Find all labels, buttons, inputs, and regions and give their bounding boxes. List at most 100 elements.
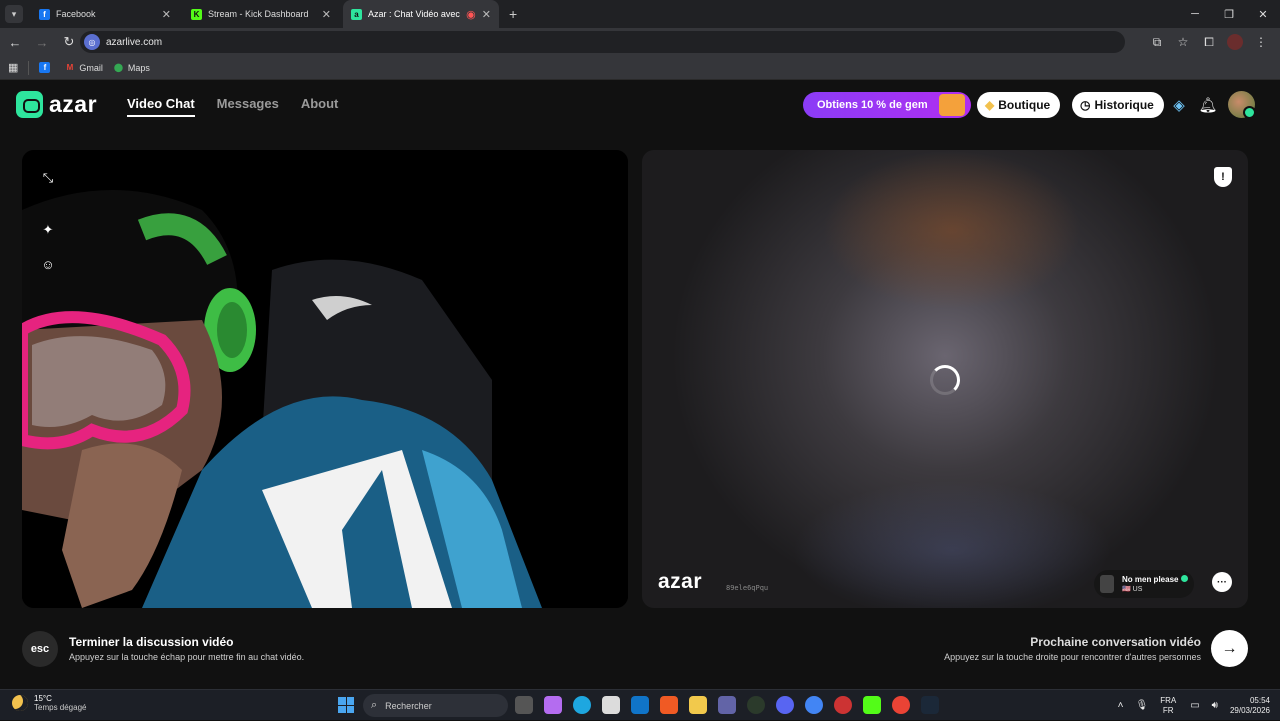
next-chat-hint: Appuyez sur la touche droite pour rencon… (944, 652, 1201, 662)
promo-text: Obtiens 10 % de gem (817, 99, 928, 111)
weather-description: Temps dégagé (34, 703, 87, 712)
bookmark-star-icon[interactable]: ☆ (1170, 35, 1196, 49)
azar-page: azar Video Chat Messages About Obtiens 1… (0, 81, 1280, 689)
restore-icon[interactable]: ❐ (1212, 8, 1246, 21)
task-view-icon[interactable] (515, 696, 533, 714)
close-icon[interactable]: ✕ (162, 8, 171, 21)
bookmark-gmail[interactable]: M Gmail (64, 62, 103, 73)
teams-icon[interactable] (718, 696, 736, 714)
minimize-video-icon[interactable]: ⤡ (38, 168, 58, 188)
microphone-icon[interactable]: 🎙︎ (1135, 700, 1148, 711)
chevron-up-icon[interactable]: ˄ (1118, 700, 1124, 711)
tab-label: Facebook (56, 9, 96, 19)
outlook-icon[interactable] (631, 696, 649, 714)
bookmark-maps[interactable]: ⬤ Maps (113, 62, 150, 73)
tab-kick-dashboard[interactable]: K Stream - Kick Dashboard ✕ (183, 0, 339, 28)
start-button[interactable] (338, 697, 354, 713)
windows-taskbar: 15°C Temps dégagé ⌕ Rechercher ˄ 🎙︎ FRA … (0, 689, 1280, 720)
bookmark-label: Gmail (79, 62, 103, 73)
new-tab-button[interactable]: + (509, 6, 517, 22)
close-window-icon[interactable]: ✕ (1246, 8, 1280, 21)
bookmarks-bar: ▦ f M Gmail ⬤ Maps (0, 56, 1280, 80)
gem-icon: ◆ (985, 98, 995, 112)
partner-country-row: 🇺🇸︎ US (1122, 586, 1143, 593)
video-blur-glow (792, 480, 1112, 608)
tab-azar[interactable]: a Azar : Chat Vidéo avec de n ◉ ✕ (343, 0, 499, 28)
taskbar-apps (515, 696, 939, 714)
report-shield-icon[interactable]: ! (1214, 167, 1232, 187)
verified-badge-icon (1181, 575, 1189, 582)
steam-icon[interactable] (921, 696, 939, 714)
partner-avatar (1100, 575, 1114, 593)
site-info-icon[interactable]: ◎ (84, 34, 100, 50)
url-field[interactable]: ◎ azarlive.com (80, 31, 1125, 53)
system-tray: ˄ 🎙︎ FRA FR ▭ 🔊︎ 05:54 29/03/2026 (1118, 690, 1280, 721)
shop-button[interactable]: ◆ Boutique (977, 92, 1061, 118)
kick-icon[interactable] (863, 696, 881, 714)
end-chat-hint: Appuyez sur la touche échap pour mettre … (69, 652, 305, 662)
user-avatar[interactable] (1228, 91, 1256, 119)
profile-avatar[interactable] (1227, 34, 1243, 50)
file-explorer-icon[interactable] (689, 696, 707, 714)
volume-icon[interactable]: 🔊︎ (1212, 700, 1218, 711)
history-button[interactable]: ◷ Historique (1072, 92, 1164, 118)
tab-facebook[interactable]: f Facebook ✕ (31, 0, 179, 28)
history-label: Historique (1094, 98, 1154, 112)
partner-info-badge[interactable]: No men please 🇺🇸︎ US (1094, 570, 1194, 598)
arrow-right-icon: → (1221, 639, 1238, 657)
tab-search-button[interactable]: ▾ (5, 5, 23, 23)
partner-video-view: ! azar 89ele6qPqu No men please 🇺🇸︎ US ·… (642, 150, 1248, 608)
back-icon[interactable]: ← (3, 35, 27, 50)
discord-icon[interactable] (776, 696, 794, 714)
edge-icon[interactable] (573, 696, 591, 714)
moon-icon (12, 695, 28, 711)
store-icon[interactable] (602, 696, 620, 714)
chat-bubble-icon[interactable]: ··· (1212, 572, 1232, 592)
clock-time: 05:54 (1249, 695, 1270, 705)
bookmark-label: Maps (127, 62, 150, 73)
app-icon[interactable] (747, 696, 765, 714)
app-icon[interactable] (834, 696, 852, 714)
gmail-icon: M (66, 63, 74, 72)
forward-icon[interactable]: → (30, 35, 54, 50)
nav-about[interactable]: About (301, 96, 339, 117)
clock[interactable]: 05:54 29/03/2026 (1230, 696, 1270, 716)
reload-icon[interactable]: ↻ (57, 34, 81, 50)
azar-logo[interactable]: azar (16, 91, 97, 118)
brave-icon[interactable] (660, 696, 678, 714)
language-indicator[interactable]: FRA FR (1160, 696, 1176, 716)
close-icon[interactable]: ✕ (322, 8, 331, 21)
cast-icon[interactable]: ⧉ (1144, 35, 1170, 50)
video-blur-glow (822, 150, 1082, 310)
menu-kebab-icon[interactable]: ⋮ (1248, 35, 1274, 49)
next-chat-button[interactable]: → (1211, 630, 1248, 667)
nav-video-chat[interactable]: Video Chat (127, 96, 195, 117)
minimize-icon[interactable]: ─ (1178, 8, 1212, 20)
gem-promo-banner[interactable]: Obtiens 10 % de gem (803, 92, 971, 118)
camera-feed (22, 150, 628, 608)
my-camera-view: ⤡ ✦ ☺ (22, 150, 628, 608)
face-filter-icon[interactable]: ☺ (38, 254, 58, 274)
azar-icon: a (351, 8, 362, 20)
next-chat-title: Prochaine conversation vidéo (1030, 635, 1201, 649)
taskbar-search[interactable]: ⌕ Rechercher (363, 694, 508, 717)
clock-icon: ◷ (1080, 98, 1091, 112)
extensions-icon[interactable]: ⧠ (1196, 35, 1222, 50)
chrome-icon[interactable] (805, 696, 823, 714)
session-id: 89ele6qPqu (726, 584, 769, 592)
close-icon[interactable]: ✕ (482, 8, 491, 21)
apps-grid-icon[interactable]: ▦ (8, 61, 18, 74)
bell-icon[interactable]: 🔔︎ (1198, 95, 1218, 115)
toolbar-right: ⧉ ☆ ⧠ ⋮ (1144, 28, 1274, 56)
weather-widget[interactable]: 15°C Temps dégagé (12, 694, 86, 712)
search-placeholder: Rechercher (385, 700, 432, 711)
end-chat-button[interactable]: esc (22, 631, 58, 667)
kick-icon: K (191, 8, 202, 20)
gems-balance-icon[interactable]: ◈ (1169, 95, 1189, 115)
chrome-icon[interactable] (892, 696, 910, 714)
nav-messages[interactable]: Messages (217, 96, 279, 117)
copilot-icon[interactable] (544, 696, 562, 714)
magic-wand-icon[interactable]: ✦ (38, 220, 58, 240)
bookmark-facebook[interactable]: f (39, 62, 54, 73)
network-icon[interactable]: ▭ (1190, 700, 1199, 711)
